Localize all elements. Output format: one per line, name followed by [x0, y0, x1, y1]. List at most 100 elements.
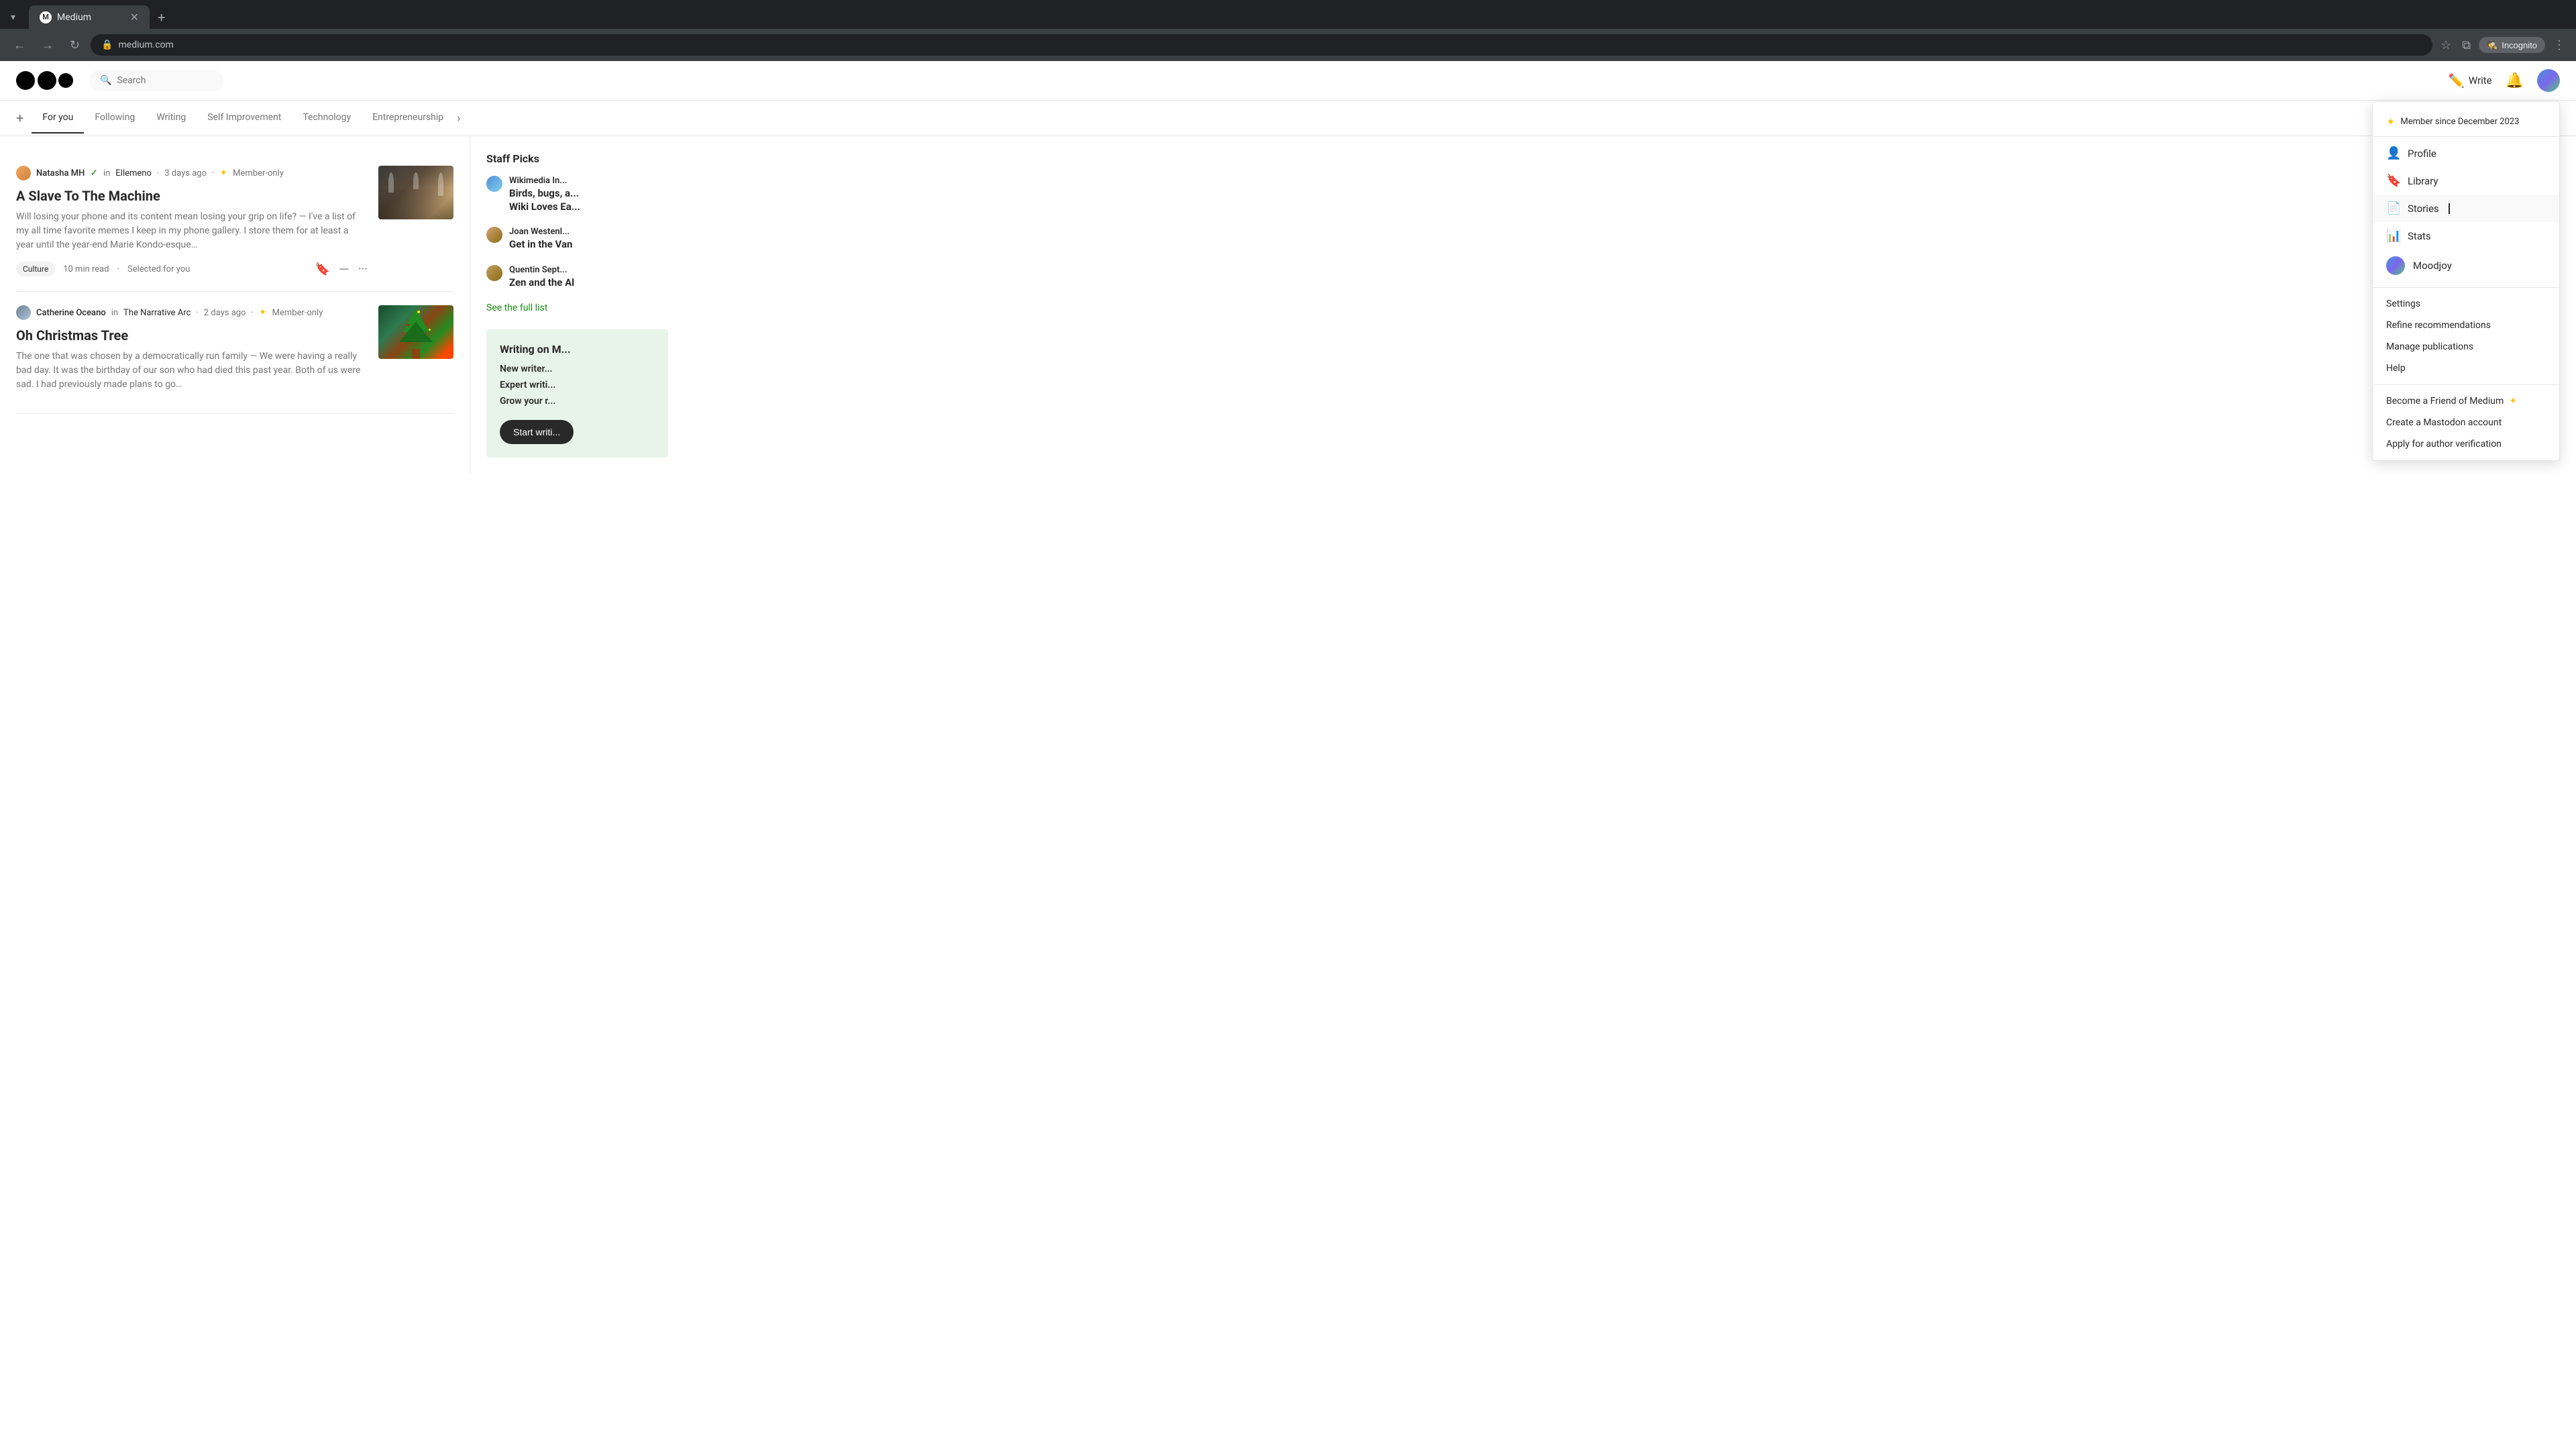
tab-technology-label: Technology [303, 112, 351, 123]
time-ago-2: 2 days ago [204, 308, 246, 318]
tab-list-button[interactable]: ▾ [5, 9, 21, 25]
article-title-2[interactable]: Oh Christmas Tree [16, 327, 368, 344]
notifications-bell-icon[interactable]: 🔔 [2506, 72, 2524, 89]
tab-entrepreneurship[interactable]: Entrepreneurship [362, 103, 454, 133]
tab-entrepreneurship-label: Entrepreneurship [372, 112, 443, 123]
article-image [378, 166, 453, 219]
staff-pick-content-2: Joan Westenl... Get in the Van [509, 227, 572, 252]
member-star-icon: ✦ [2386, 115, 2395, 128]
sidebar: Staff Picks Wikimedia In... Birds, bugs,… [470, 136, 684, 474]
refresh-button[interactable]: ↻ [64, 36, 85, 55]
address-bar[interactable]: 🔒 medium.com [91, 34, 2432, 56]
menu-item-verification[interactable]: Apply for author verification [2373, 433, 2559, 455]
menu-item-friend[interactable]: Become a Friend of Medium ✦ [2373, 390, 2559, 412]
write-button[interactable]: ✏️ Write [2448, 72, 2492, 89]
see-full-list-link[interactable]: See the full list [486, 303, 668, 313]
main-content: Natasha MH ✓ in Ellemeno · 3 days ago · … [0, 136, 2576, 474]
medium-logo[interactable] [16, 71, 73, 90]
article-tag[interactable]: Culture [16, 262, 55, 276]
friend-star-icon: ✦ [2509, 396, 2517, 407]
staff-picks-title: Staff Picks [486, 152, 668, 165]
menu-item-account[interactable]: Moodjoy [2373, 250, 2559, 282]
verified-badge: ✓ [90, 168, 98, 178]
manage-pubs-label: Manage publications [2386, 341, 2473, 352]
author-name-2[interactable]: Catherine Oceano [36, 308, 106, 318]
more-options-icon[interactable]: ⋮ [2551, 36, 2568, 55]
incognito-icon: 🕵 [2487, 40, 2498, 50]
menu-item-profile[interactable]: 👤 Profile [2373, 140, 2559, 167]
tab-for-you[interactable]: For you [32, 103, 84, 133]
menu-item-settings[interactable]: Settings [2373, 293, 2559, 315]
staff-pick-author-3[interactable]: Quentin Sept... [509, 265, 574, 275]
tab-following[interactable]: Following [84, 103, 146, 133]
nav-arrow-right[interactable]: › [457, 111, 460, 125]
tab-self-improvement-label: Self Improvement [207, 112, 281, 123]
incognito-button[interactable]: 🕵 Incognito [2479, 37, 2545, 53]
search-icon: 🔍 [100, 75, 111, 86]
writing-box-title: Writing on M... [500, 343, 655, 356]
tab-writing[interactable]: Writing [146, 103, 197, 133]
search-bar[interactable]: 🔍 Search [89, 70, 223, 91]
browser-chrome: ▾ M Medium ✕ + ← → ↻ 🔒 medium.com ☆ ⧉ 🕵 … [0, 0, 2576, 61]
stories-icon: 📄 [2386, 201, 2400, 215]
menu-item-refine[interactable]: Refine recommendations [2373, 315, 2559, 336]
article-content: Catherine Oceano in The Narrative Arc · … [16, 305, 368, 400]
bookmark-star-icon[interactable]: ☆ [2438, 36, 2454, 55]
tab-title: Medium [57, 12, 91, 23]
menu-divider-1 [2373, 287, 2559, 288]
staff-pick-title-2[interactable]: Get in the Van [509, 238, 572, 252]
author-name[interactable]: Natasha MH [36, 168, 85, 178]
logo-bar-large [38, 71, 56, 90]
menu-item-mastodon[interactable]: Create a Mastodon account [2373, 412, 2559, 433]
staff-pick-avatar-1 [486, 176, 502, 192]
page-content: 🔍 Search ✏️ Write 🔔 + For you Following … [0, 61, 2576, 474]
settings-label: Settings [2386, 299, 2420, 309]
split-screen-icon[interactable]: ⧉ [2459, 36, 2473, 55]
profile-icon: 👤 [2386, 146, 2400, 160]
library-icon: 🔖 [2386, 174, 2400, 188]
forward-button[interactable]: → [36, 36, 59, 55]
account-label: Moodjoy [2413, 260, 2452, 272]
staff-pick-title-1[interactable]: Birds, bugs, a...Wiki Loves Ea... [509, 187, 580, 213]
staff-pick-author-1[interactable]: Wikimedia In... [509, 176, 580, 186]
dislike-icon[interactable]: － [338, 260, 350, 278]
article-card: Natasha MH ✓ in Ellemeno · 3 days ago · … [16, 152, 453, 292]
menu-item-stories[interactable]: 📄 Stories [2373, 195, 2559, 222]
add-topic-button[interactable]: + [16, 101, 32, 136]
tab-favicon: M [40, 11, 52, 23]
staff-pick-item-3: Quentin Sept... Zen and the Al [486, 265, 668, 290]
article-meta: Catherine Oceano in The Narrative Arc · … [16, 305, 368, 320]
back-button[interactable]: ← [8, 36, 31, 55]
tab-technology[interactable]: Technology [292, 103, 362, 133]
tab-close-button[interactable]: ✕ [130, 11, 139, 23]
member-since-badge: ✦ Member since December 2023 [2373, 107, 2559, 137]
help-label: Help [2386, 363, 2406, 374]
staff-pick-author-2[interactable]: Joan Westenl... [509, 227, 572, 237]
toolbar-actions: ☆ ⧉ 🕵 Incognito ⋮ [2438, 36, 2568, 55]
new-tab-button[interactable]: + [152, 7, 170, 28]
user-avatar[interactable] [2537, 69, 2560, 92]
writing-box: Writing on M... New writer... Expert wri… [486, 329, 668, 458]
publication-name-2[interactable]: The Narrative Arc [123, 308, 191, 318]
writing-box-item-1: New writer... [500, 364, 655, 374]
user-dropdown-menu: ✦ Member since December 2023 👤 Profile 🔖… [2372, 101, 2560, 461]
menu-item-library[interactable]: 🔖 Library [2373, 167, 2559, 195]
article-actions: 🔖 － ··· [315, 260, 368, 278]
article-excerpt-2: The one that was chosen by a democratica… [16, 350, 368, 392]
mastodon-label: Create a Mastodon account [2386, 417, 2502, 428]
menu-item-manage-publications[interactable]: Manage publications [2373, 336, 2559, 358]
staff-pick-title-3[interactable]: Zen and the Al [509, 276, 574, 290]
staff-pick-avatar-2 [486, 227, 502, 243]
active-tab[interactable]: M Medium ✕ [29, 5, 150, 29]
tab-self-improvement[interactable]: Self Improvement [197, 103, 292, 133]
member-badge-2: ✦ [259, 307, 267, 318]
publication-name[interactable]: Ellemeno [115, 168, 152, 178]
url-display: medium.com [119, 40, 174, 50]
article-title[interactable]: A Slave To The Machine [16, 187, 368, 205]
start-writing-button[interactable]: Start writi... [500, 420, 574, 444]
menu-item-help[interactable]: Help [2373, 358, 2559, 379]
writing-box-item-2: Expert writi... [500, 380, 655, 390]
save-icon[interactable]: 🔖 [315, 262, 329, 276]
menu-item-stats[interactable]: 📊 Stats [2373, 222, 2559, 250]
more-icon[interactable]: ··· [358, 262, 368, 276]
